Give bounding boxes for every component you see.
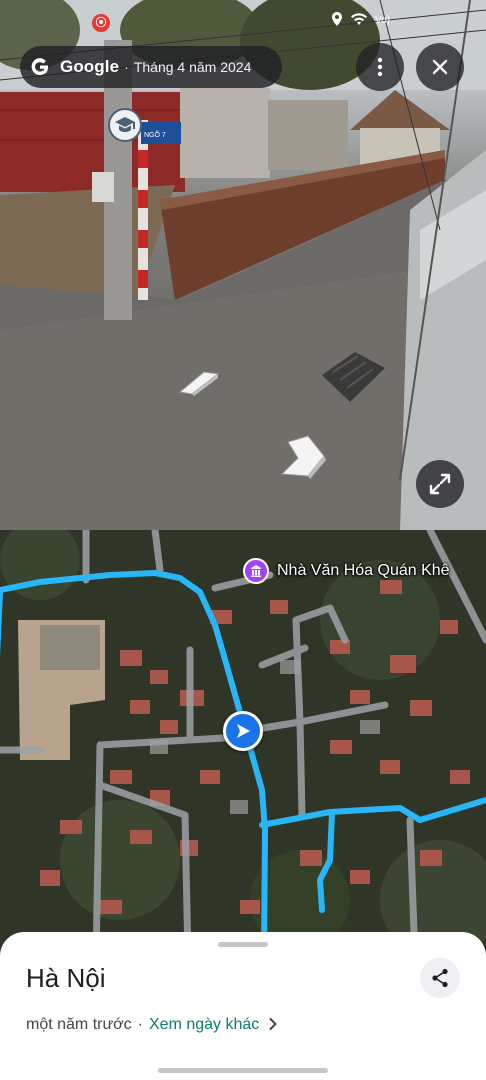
landmark-icon [243,558,269,584]
place-title: Hà Nội [26,963,106,993]
close-button[interactable] [416,43,464,91]
google-brand-label: Google [60,57,120,76]
gesture-navigation-bar[interactable] [158,1068,328,1073]
more-vert-icon [377,57,383,77]
expand-icon [429,473,451,495]
wifi-icon [350,13,367,28]
current-view-marker[interactable] [223,711,263,751]
contributor-avatar[interactable] [108,108,142,142]
poi-label: Nhà Văn Hóa Quán Khê [277,562,450,579]
status-bar: ⦿ Vo) [0,0,486,40]
place-bottom-sheet[interactable]: Hà Nội một năm trước · Xem ngày khác [0,932,486,1080]
imagery-date-label: Tháng 4 năm 2024 [133,59,252,75]
system-icons: Vo) [331,12,390,29]
sheet-drag-handle[interactable] [218,942,268,947]
graduation-cap-icon [115,117,135,132]
share-button[interactable] [420,958,460,998]
signal-icon: Vo) [374,15,390,26]
more-options-button[interactable] [356,43,404,91]
meta-separator: · [137,1015,143,1033]
navigate-forward-arrow[interactable] [280,434,328,480]
poi-cultural-house[interactable]: Nhà Văn Hóa Quán Khê [243,557,450,585]
imagery-date-chip[interactable]: Google · Tháng 4 năm 2024 [20,46,282,88]
expand-button[interactable] [416,460,464,508]
navigation-arrow-icon [237,724,250,738]
google-logo-icon [30,57,50,77]
navigate-back-arrow[interactable] [178,368,220,396]
map-view[interactable]: Nhà Văn Hóa Quán Khê [0,530,486,960]
recording-icon: ⦿ [92,14,110,32]
see-other-dates-link[interactable]: Xem ngày khác [149,1016,259,1034]
street-view-pane[interactable]: NGÕ 7 ⦿ Vo) Google · Tháng 4 năm 2024 [0,0,486,530]
share-icon [432,968,448,988]
close-icon [432,59,448,75]
location-icon [331,12,343,29]
imagery-age-label: một năm trước [26,1015,132,1033]
street-sign-text: NGÕ 7 [144,130,166,139]
chevron-right-icon[interactable] [269,1014,278,1035]
chip-separator: · [124,59,129,75]
imagery-meta-row: một năm trước · Xem ngày khác [26,1014,278,1035]
